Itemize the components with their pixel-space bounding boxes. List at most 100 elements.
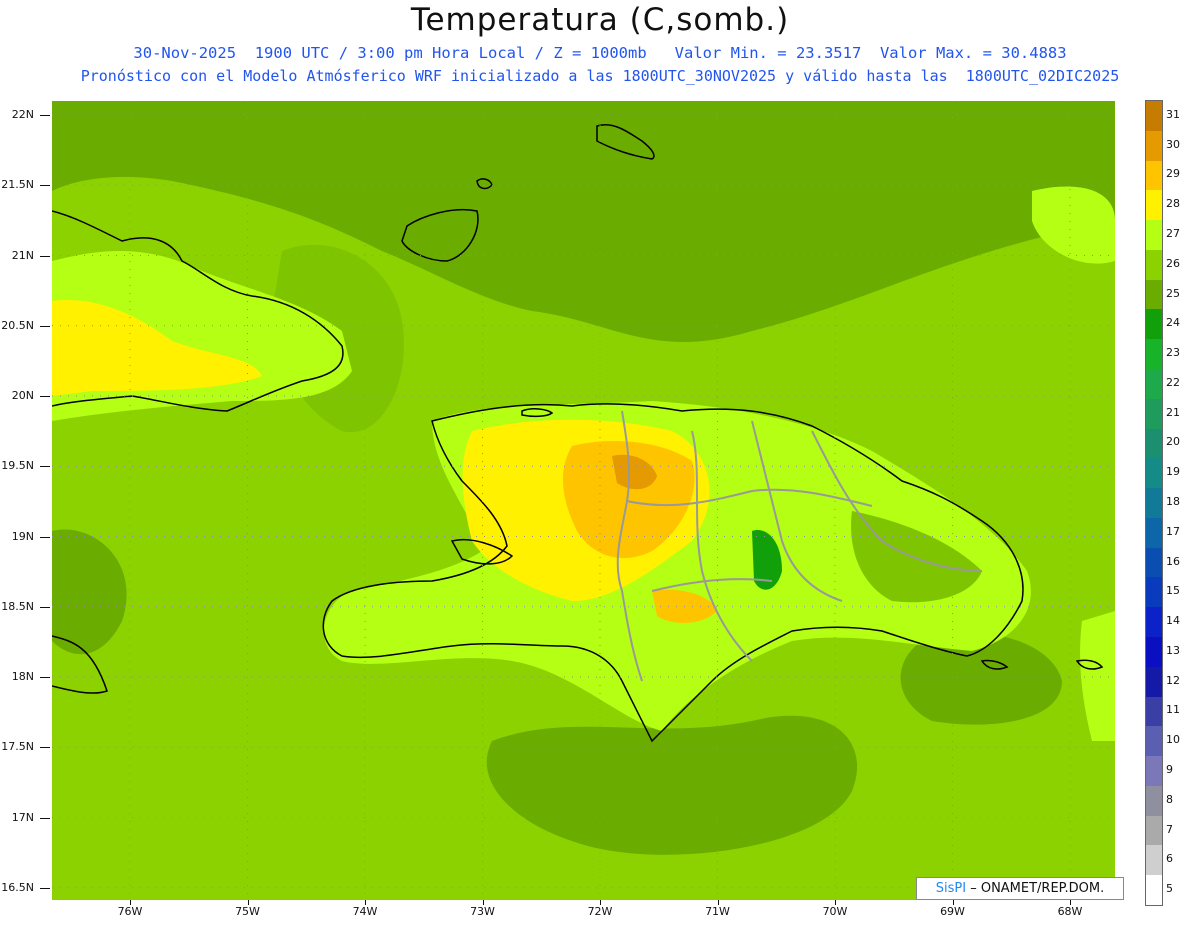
colorbar-label: 21 — [1166, 405, 1180, 419]
colorbar-swatch — [1146, 637, 1162, 668]
colorbar-label: 25 — [1166, 286, 1180, 300]
lat-tick-label: 16.5N — [1, 880, 34, 894]
colorbar-label: 20 — [1166, 435, 1180, 449]
colorbar-swatch — [1146, 696, 1162, 727]
lon-tick-label: 71W — [705, 905, 730, 918]
lon-tick — [600, 900, 601, 905]
lat-tick-label: 21N — [11, 248, 34, 262]
subtitle-model-info: Pronóstico con el Modelo Atmósferico WRF… — [80, 67, 1120, 85]
lat-tick-label: 20N — [11, 389, 34, 402]
colorbar-label: 16 — [1166, 554, 1180, 568]
lon-tick — [952, 900, 954, 905]
lat-tick — [40, 887, 50, 889]
lon-tick-label: 76W — [117, 905, 143, 918]
colorbar-label: 19 — [1166, 465, 1180, 479]
colorbar-label: 9 — [1166, 763, 1173, 776]
lat-tick — [40, 255, 50, 257]
colorbar-swatch — [1146, 130, 1162, 162]
colorbar — [1145, 100, 1163, 906]
lat-tick — [40, 536, 50, 538]
colorbar-swatch — [1146, 756, 1162, 787]
colorbar-swatch — [1146, 726, 1162, 757]
lat-tick — [40, 747, 50, 749]
colorbar-label: 6 — [1166, 852, 1173, 866]
lon-tick — [365, 900, 366, 905]
colorbar-swatch — [1146, 547, 1162, 578]
lon-tick-label: 73W — [470, 905, 495, 918]
colorbar-swatch — [1146, 101, 1162, 132]
lat-tick-label: 22N — [11, 108, 34, 121]
colorbar-swatch — [1146, 517, 1162, 549]
lat-tick-label: 19.5N — [1, 459, 34, 473]
colorbar-swatch — [1146, 279, 1162, 310]
colorbar-swatch — [1146, 190, 1162, 221]
colorbar-label: 22 — [1166, 375, 1180, 389]
lat-tick-label: 17N — [11, 810, 34, 824]
colorbar-label: 7 — [1166, 822, 1173, 836]
colorbar-label: 13 — [1166, 643, 1180, 657]
colorbar-label: 29 — [1166, 167, 1180, 181]
colorbar-label: 24 — [1166, 316, 1180, 330]
colorbar-label: 8 — [1166, 792, 1173, 806]
colorbar-swatch — [1146, 398, 1162, 430]
lon-tick-label: 70W — [822, 905, 848, 918]
lon-tick-label: 68W — [1057, 905, 1083, 918]
colorbar-swatch — [1146, 577, 1162, 608]
lat-tick — [40, 396, 50, 397]
colorbar-label: 28 — [1166, 197, 1180, 211]
lon-tick-label: 75W — [235, 905, 260, 918]
colorbar-label: 11 — [1166, 703, 1180, 717]
colorbar-swatch — [1146, 458, 1162, 489]
lat-tick-label: 21.5N — [1, 178, 34, 192]
colorbar-label: 10 — [1166, 733, 1180, 747]
colorbar-label: 31 — [1166, 107, 1180, 121]
colorbar-swatch — [1146, 369, 1162, 400]
colorbar-swatch — [1146, 845, 1162, 876]
colorbar-swatch — [1146, 815, 1162, 846]
subtitle-valid-time: 30-Nov-2025 1900 UTC / 3:00 pm Hora Loca… — [133, 44, 1067, 62]
colorbar-label: 23 — [1166, 346, 1180, 360]
lon-tick — [482, 900, 484, 905]
lon-tick — [1070, 900, 1071, 905]
lon-tick-label: 69W — [940, 905, 965, 918]
colorbar-swatch — [1146, 785, 1162, 817]
colorbar-swatch — [1146, 875, 1162, 906]
chart-title: Temperatura (C,somb.) — [410, 2, 790, 38]
colorbar-label: 18 — [1166, 495, 1180, 508]
colorbar-label: 14 — [1166, 614, 1180, 628]
colorbar-label: 12 — [1166, 673, 1180, 687]
lat-tick — [40, 606, 50, 608]
lat-tick — [40, 677, 50, 678]
lat-tick — [40, 185, 50, 187]
colorbar-swatch — [1146, 666, 1162, 698]
colorbar-swatch — [1146, 339, 1162, 370]
lat-tick — [40, 817, 50, 819]
lat-tick — [40, 325, 50, 327]
colorbar-label: 30 — [1166, 137, 1180, 151]
colorbar-label: 15 — [1166, 584, 1180, 598]
credit-brand: SisPI — [935, 881, 967, 896]
credit-box: SisPI – ONAMET/REP.DOM. — [916, 877, 1124, 900]
colorbar-label: 5 — [1166, 882, 1173, 896]
colorbar-swatch — [1146, 220, 1162, 251]
lon-tick-label: 72W — [587, 905, 613, 918]
lat-tick-label: 20.5N — [1, 318, 34, 332]
lat-tick — [40, 466, 50, 468]
lon-tick-label: 74W — [352, 905, 378, 918]
colorbar-swatch — [1146, 160, 1162, 191]
credit-text: – ONAMET/REP.DOM. — [970, 881, 1105, 896]
colorbar-label: 26 — [1166, 256, 1180, 270]
colorbar-swatch — [1146, 249, 1162, 281]
lon-tick — [130, 900, 131, 905]
lat-tick-label: 19N — [11, 529, 34, 543]
temperature-map — [52, 101, 1115, 900]
colorbar-swatch — [1146, 428, 1162, 459]
colorbar-label: 17 — [1166, 524, 1180, 538]
lon-tick — [717, 900, 719, 905]
lat-tick-label: 18.5N — [1, 599, 34, 613]
lon-tick — [835, 900, 836, 905]
lat-tick-label: 18N — [11, 670, 34, 683]
lon-tick — [247, 900, 249, 905]
colorbar-swatch — [1146, 309, 1162, 340]
colorbar-label: 27 — [1166, 227, 1180, 240]
